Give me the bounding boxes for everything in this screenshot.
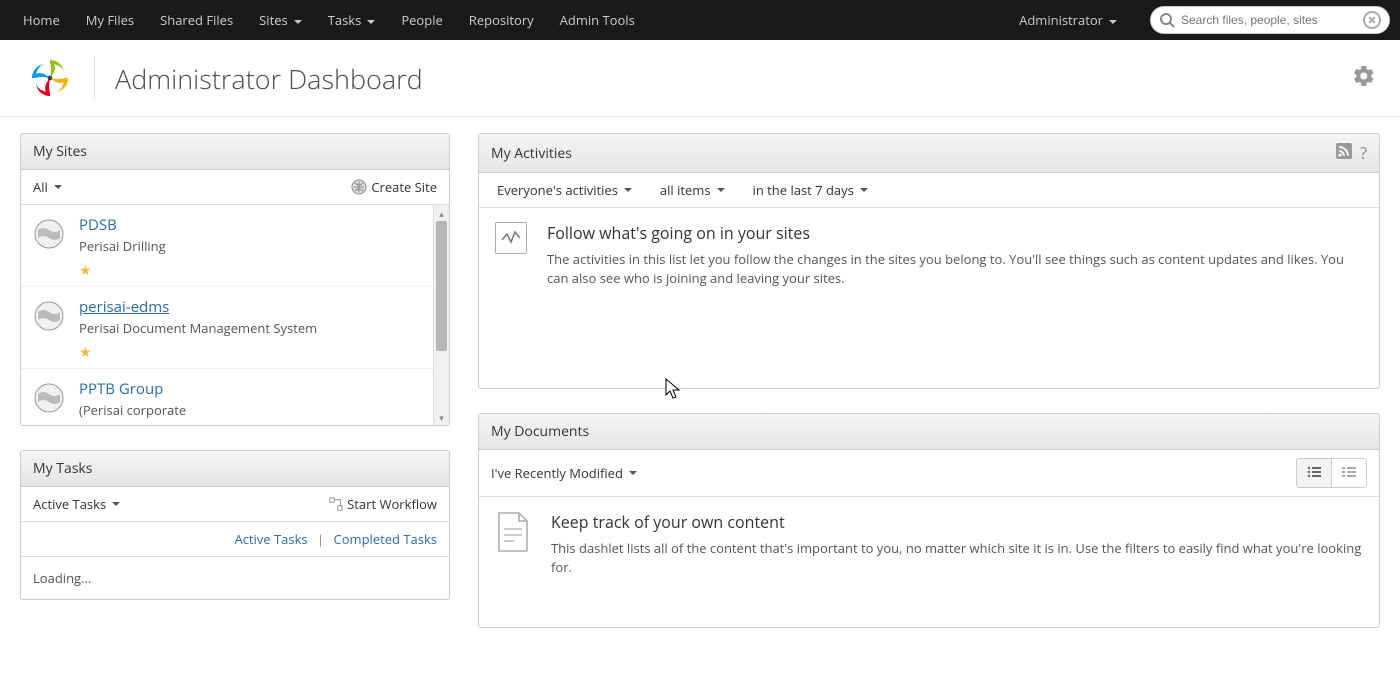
chevron-down-icon [860, 188, 868, 192]
activities-user-filter[interactable]: Everyone's activities [497, 181, 632, 199]
search-input[interactable] [1175, 13, 1363, 27]
detail-view-button[interactable] [1332, 459, 1366, 487]
start-workflow-button[interactable]: Start Workflow [329, 495, 437, 513]
chevron-down-icon [624, 188, 632, 192]
site-list-item[interactable]: PDSB Perisai Drilling ★ [21, 205, 449, 287]
chevron-down-icon [294, 20, 302, 24]
search-icon [1159, 12, 1175, 28]
chevron-down-icon [367, 20, 375, 24]
globe-icon [33, 218, 65, 250]
document-icon [495, 511, 531, 553]
globe-icon [33, 300, 65, 332]
chevron-down-icon [1109, 20, 1117, 24]
activity-icon [495, 222, 527, 254]
scroll-down-icon[interactable]: ▾ [434, 409, 449, 425]
site-list-item[interactable]: perisai-edms Perisai Document Management… [21, 287, 449, 369]
scrollbar[interactable]: ▴ ▾ [433, 205, 449, 425]
page-title: Administrator Dashboard [115, 60, 423, 97]
completed-tasks-link[interactable]: Completed Tasks [334, 530, 437, 548]
site-description: (Perisai corporate [79, 401, 437, 419]
rss-icon[interactable] [1336, 143, 1352, 164]
chevron-down-icon [54, 185, 62, 189]
list-view-button[interactable] [1297, 459, 1332, 487]
dashlet-title: My Documents [479, 414, 1379, 450]
nav-shared-files[interactable]: Shared Files [147, 0, 246, 40]
list-icon [1307, 466, 1321, 478]
dashlet-title: My Activities [491, 144, 572, 163]
nav-admin-tools[interactable]: Admin Tools [547, 0, 648, 40]
scroll-thumb[interactable] [436, 221, 447, 351]
chevron-down-icon [112, 502, 120, 506]
nav-home[interactable]: Home [10, 0, 73, 40]
favorite-icon[interactable]: ★ [79, 343, 437, 362]
page-header: Administrator Dashboard [0, 40, 1400, 117]
nav-sites[interactable]: Sites [246, 0, 315, 40]
site-description: Perisai Document Management System [79, 319, 437, 337]
my-activities-dashlet: My Activities ? Everyone's activities al… [478, 133, 1380, 389]
documents-filter-dropdown[interactable]: I've Recently Modified [491, 464, 637, 482]
nav-tasks[interactable]: Tasks [315, 0, 389, 40]
gear-icon [1352, 64, 1376, 88]
nav-user-menu[interactable]: Administrator [1006, 0, 1130, 40]
clear-search-icon[interactable] [1363, 11, 1381, 29]
my-sites-dashlet: My Sites All Create Site PDSB Perisai Dr… [20, 133, 450, 426]
top-nav: Home My Files Shared Files Sites Tasks P… [0, 0, 1400, 40]
dashlet-title: My Sites [21, 134, 449, 170]
site-description: Perisai Drilling [79, 237, 437, 255]
help-icon[interactable]: ? [1360, 142, 1367, 164]
settings-button[interactable] [1352, 64, 1376, 92]
activities-empty-title: Follow what's going on in your sites [547, 222, 1363, 244]
view-toggle [1296, 458, 1367, 488]
tasks-filter-dropdown[interactable]: Active Tasks [33, 495, 120, 513]
documents-empty-text: This dashlet lists all of the content th… [551, 539, 1363, 577]
chevron-down-icon [629, 471, 637, 475]
globe-icon [33, 382, 65, 414]
my-tasks-dashlet: My Tasks Active Tasks Start Workflow Act… [20, 450, 450, 600]
documents-empty-title: Keep track of your own content [551, 511, 1363, 533]
site-name-link[interactable]: PPTB Group [79, 379, 437, 399]
my-documents-dashlet: My Documents I've Recently Modified [478, 413, 1380, 628]
create-site-button[interactable]: Create Site [351, 178, 437, 196]
dashlet-title: My Tasks [21, 451, 449, 487]
detail-icon [1342, 466, 1356, 478]
sites-filter-dropdown[interactable]: All [33, 178, 62, 196]
site-list-item[interactable]: PPTB Group (Perisai corporate ★ [21, 369, 449, 425]
activities-date-filter[interactable]: in the last 7 days [753, 181, 868, 199]
loading-text: Loading... [21, 557, 449, 599]
chevron-down-icon [717, 188, 725, 192]
logo-icon [30, 58, 70, 98]
workflow-icon [329, 497, 343, 511]
site-name-link[interactable]: perisai-edms [79, 297, 437, 317]
site-icon [351, 179, 367, 195]
activities-empty-text: The activities in this list let you foll… [547, 250, 1363, 288]
favorite-icon[interactable]: ★ [79, 261, 437, 280]
search-box [1150, 6, 1390, 34]
active-tasks-link[interactable]: Active Tasks [234, 530, 307, 548]
nav-repository[interactable]: Repository [456, 0, 547, 40]
nav-my-files[interactable]: My Files [73, 0, 147, 40]
site-name-link[interactable]: PDSB [79, 215, 437, 235]
nav-people[interactable]: People [388, 0, 455, 40]
scroll-up-icon[interactable]: ▴ [434, 205, 449, 221]
activities-type-filter[interactable]: all items [660, 181, 725, 199]
